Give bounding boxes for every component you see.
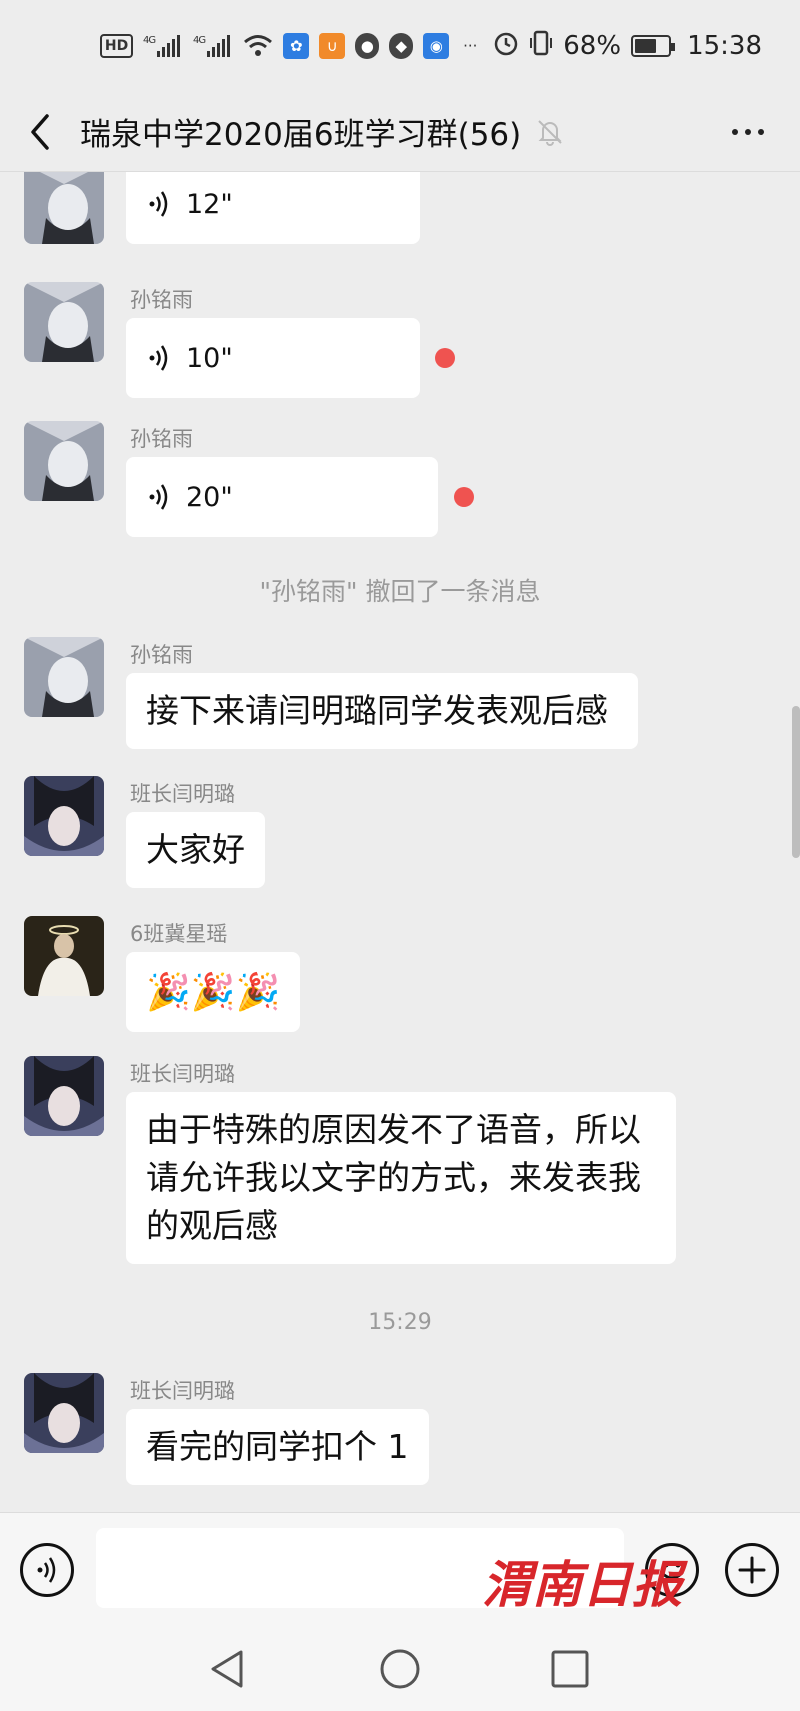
page-title: 瑞泉中学2020届6班学习群(56)	[80, 117, 522, 153]
avatar[interactable]	[24, 776, 104, 856]
status-icons: HD 4G 4G ✿ ∪ ● ◆ ◉ ···	[99, 33, 481, 59]
voice-wave-icon	[149, 191, 168, 217]
voice-message-bubble[interactable]: 10"	[126, 318, 420, 398]
network-type-label: 4G	[143, 35, 155, 46]
battery-icon	[631, 35, 676, 57]
more-button[interactable]	[718, 110, 778, 154]
signal-icon: 4G	[143, 33, 183, 59]
signal-icon: 4G	[193, 33, 233, 59]
more-icon	[745, 129, 751, 135]
wifi-icon	[243, 33, 273, 59]
avatar[interactable]	[24, 172, 104, 244]
message-line: 的观后感	[146, 1206, 278, 1245]
voice-message-bubble[interactable]: 20"	[126, 457, 438, 537]
recall-notice: "孙铭雨" 撤回了一条消息	[259, 577, 541, 606]
avatar[interactable]	[24, 1373, 104, 1453]
voice-message-bubble[interactable]: 12"	[126, 172, 420, 244]
clock: 15:38	[687, 31, 762, 61]
voice-input-icon	[37, 1557, 56, 1583]
sender-name: 班长闫明璐	[130, 782, 235, 806]
voice-duration: 20"	[186, 481, 233, 513]
sender-name: 班长闫明璐	[130, 1062, 235, 1086]
voice-wave-icon	[149, 345, 168, 371]
system-nav-bar	[0, 1626, 800, 1711]
emoji-button[interactable]	[645, 1543, 699, 1597]
message-list[interactable]: 12" 孙铭雨 10" 孙铭雨 20" "孙铭雨" 撤回了一条消息 孙铭雨 接下…	[0, 172, 800, 1512]
plus-icon	[738, 1556, 766, 1584]
mute-bell-icon	[538, 119, 562, 146]
avatar[interactable]	[24, 637, 104, 717]
voice-wave-icon	[149, 484, 168, 510]
scrollbar-thumb[interactable]	[792, 706, 800, 858]
shield-app-icon: ◆	[389, 33, 414, 59]
avatar[interactable]	[24, 916, 104, 996]
qq-icon: ●	[355, 33, 380, 59]
text-message-bubble[interactable]: 接下来请闫明璐同学发表观后感	[126, 673, 638, 749]
sender-name: 孙铭雨	[130, 427, 193, 451]
battery-level	[635, 39, 656, 53]
sender-name: 孙铭雨	[130, 288, 193, 312]
text-message-bubble[interactable]: 大家好	[126, 812, 265, 888]
back-arrow-icon	[31, 113, 49, 150]
voice-input-button[interactable]	[20, 1543, 74, 1597]
nav-home-icon[interactable]	[377, 1646, 423, 1692]
message-line: 请允许我以文字的方式，来发表我	[146, 1158, 641, 1197]
back-button[interactable]	[0, 92, 80, 172]
avatar[interactable]	[24, 1056, 104, 1136]
baidu-app-icon: ✿	[283, 33, 310, 59]
more-dots-icon: ···	[463, 37, 478, 55]
text-message-bubble[interactable]: 由于特殊的原因发不了语音，所以 请允许我以文字的方式，来发表我 的观后感	[126, 1092, 676, 1264]
sender-name: 孙铭雨	[130, 643, 193, 667]
more-icon	[732, 129, 738, 135]
message-line: 由于特殊的原因发不了语音，所以	[146, 1110, 641, 1149]
sender-name: 6班冀星瑶	[130, 922, 228, 946]
nav-recents-icon[interactable]	[547, 1646, 593, 1692]
plus-button[interactable]	[725, 1543, 779, 1597]
more-icon	[758, 129, 764, 135]
unread-dot	[435, 348, 455, 368]
status-right: 68% 15:38	[493, 30, 762, 63]
emoji-icon	[660, 1562, 684, 1580]
status-bar: HD 4G 4G ✿ ∪ ● ◆ ◉ ··· 68% 15:38	[0, 0, 800, 92]
chat-header: 瑞泉中学2020届6班学习群(56)	[0, 92, 800, 172]
sender-name: 班长闫明璐	[130, 1379, 235, 1403]
vibrate-icon	[529, 30, 553, 63]
avatar[interactable]	[24, 421, 104, 501]
nav-back-icon[interactable]	[205, 1646, 251, 1692]
timestamp: 15:29	[368, 1310, 432, 1335]
message-input[interactable]	[96, 1528, 624, 1608]
text-message-bubble[interactable]: 看完的同学扣个 1	[126, 1409, 429, 1485]
battery-percent: 68%	[563, 31, 622, 61]
avatar[interactable]	[24, 282, 104, 362]
uc-browser-icon: ∪	[319, 33, 346, 59]
input-bar	[0, 1512, 800, 1626]
app-icon: ◉	[423, 33, 450, 59]
emoji-message-bubble[interactable]: 🎉🎉🎉	[126, 952, 301, 1032]
voice-duration: 10"	[186, 342, 233, 374]
voice-duration: 12"	[186, 188, 233, 220]
hd-icon: HD	[99, 34, 134, 58]
unread-dot	[454, 487, 474, 507]
network-type-label: 4G	[193, 35, 205, 46]
alarm-icon	[493, 30, 519, 63]
